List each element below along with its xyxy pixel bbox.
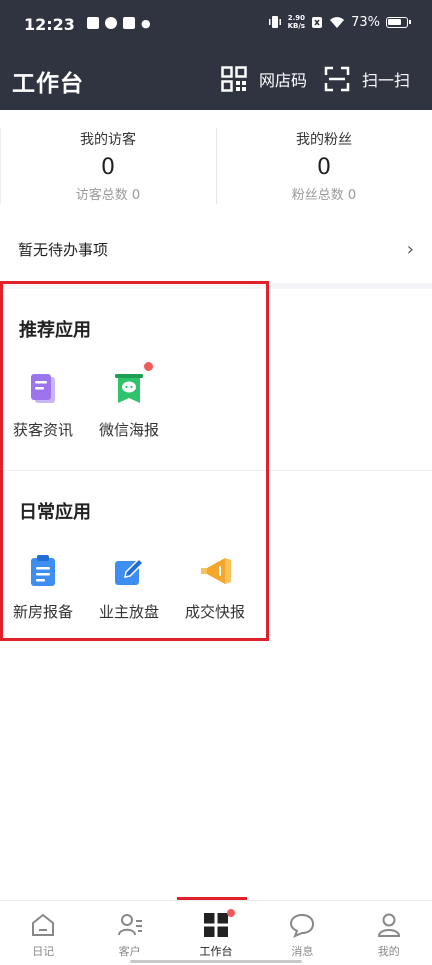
status-right: 2.90 KB/s 73% [268,14,411,30]
visitors-value: 0 [101,155,115,180]
tab-label: 消息 [291,945,314,958]
tab-profile[interactable]: 我的 [346,901,432,965]
scan-button[interactable]: 扫一扫 [324,66,410,92]
tab-label: 日记 [32,945,55,958]
calendar-icon [87,17,99,29]
app-notification-icon [105,17,117,29]
chat-bubble-icon [289,912,315,938]
bell-icon: ● [141,17,151,30]
qr-code-icon [221,66,247,92]
contacts-icon [117,912,143,938]
tab-customers[interactable]: 客户 [86,901,172,965]
battery-icon [386,16,411,28]
visitors-total: 访客总数 0 [75,188,141,203]
todo-label: 暂无待办事项 [18,240,109,259]
fans-stat[interactable]: 我的粉丝 0 粉丝总数 0 [216,110,432,215]
chevron-right-icon: › [406,238,414,260]
sim-icon [312,16,323,28]
status-time: 12:23 [24,15,75,34]
stats-panel: 我的访客 0 访客总数 0 我的粉丝 0 粉丝总数 0 [0,110,432,215]
tab-label: 我的 [377,945,400,958]
grid-icon [203,909,235,938]
shop-code-label: 网店码 [259,71,308,90]
tab-label: 工作台 [199,945,233,958]
tab-workbench[interactable]: 工作台 [173,901,259,965]
visitors-title: 我的访客 [80,132,136,148]
fans-total: 粉丝总数 0 [291,188,357,203]
network-speed: 2.90 KB/s [287,14,306,30]
scan-label: 扫一扫 [362,71,411,90]
bottom-tab-bar: 日记 客户 工作台 消息 我的 [0,900,432,965]
tab-label: 客户 [118,945,141,958]
house-icon [30,912,56,938]
apps-highlight-box [0,281,269,641]
status-notification-icons: ● [87,17,151,30]
app-header: 工作台 网店码 扫一扫 [0,52,432,110]
fans-value: 0 [317,155,331,180]
page-title: 工作台 [12,71,84,97]
notification-dot [226,909,235,917]
home-indicator[interactable] [130,960,302,963]
tab-diary[interactable]: 日记 [0,901,86,965]
shop-code-button[interactable]: 网店码 [221,66,307,92]
fans-title: 我的粉丝 [296,132,352,148]
person-icon [376,912,402,938]
battery-percent: 73% [351,14,380,30]
scan-icon [324,66,350,92]
status-bar: 12:23 ● 2.90 KB/s 73% [0,0,432,52]
wifi-icon [330,16,345,28]
mail-icon [123,17,135,29]
tab-messages[interactable]: 消息 [259,901,345,965]
todo-row[interactable]: 暂无待办事项 › [0,215,432,283]
vibrate-icon [268,16,281,28]
visitors-stat[interactable]: 我的访客 0 访客总数 0 [0,110,216,215]
